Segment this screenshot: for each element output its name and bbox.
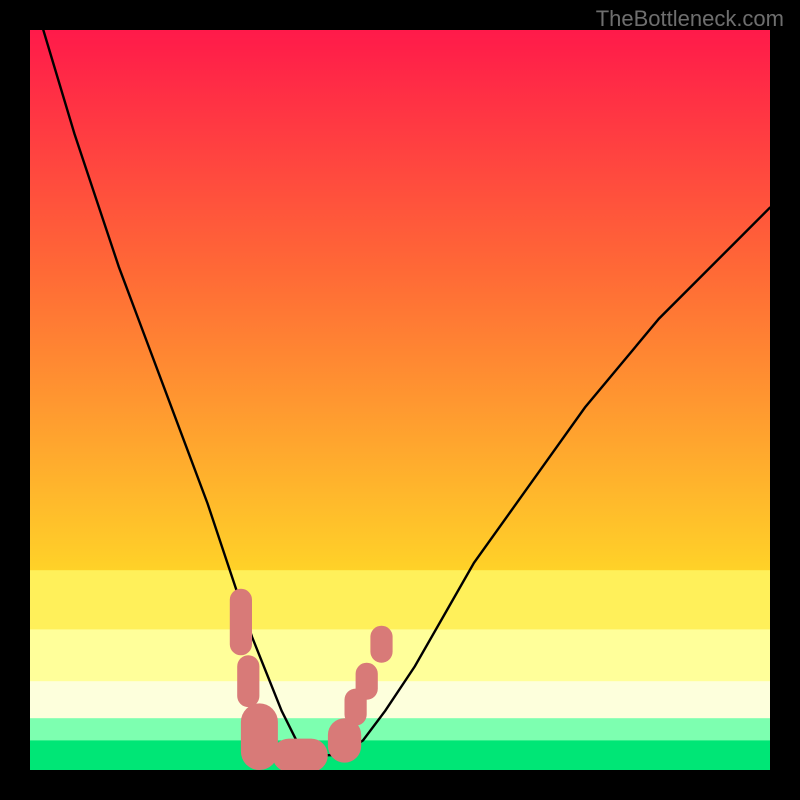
curve-marker-6 — [356, 663, 378, 700]
background-band-2 — [30, 629, 770, 681]
attribution-text: TheBottleneck.com — [596, 6, 784, 32]
chart-svg — [30, 30, 770, 770]
background-band-1 — [30, 570, 770, 630]
background-band-5 — [30, 740, 770, 770]
curve-marker-0 — [230, 589, 252, 656]
curve-marker-2 — [241, 703, 278, 770]
chart-frame: TheBottleneck.com — [0, 0, 800, 800]
background-band-4 — [30, 718, 770, 741]
curve-marker-3 — [272, 739, 328, 770]
background-band-0 — [30, 30, 770, 571]
curve-marker-1 — [237, 655, 259, 707]
curve-marker-7 — [370, 626, 392, 663]
plot-area — [30, 30, 770, 770]
